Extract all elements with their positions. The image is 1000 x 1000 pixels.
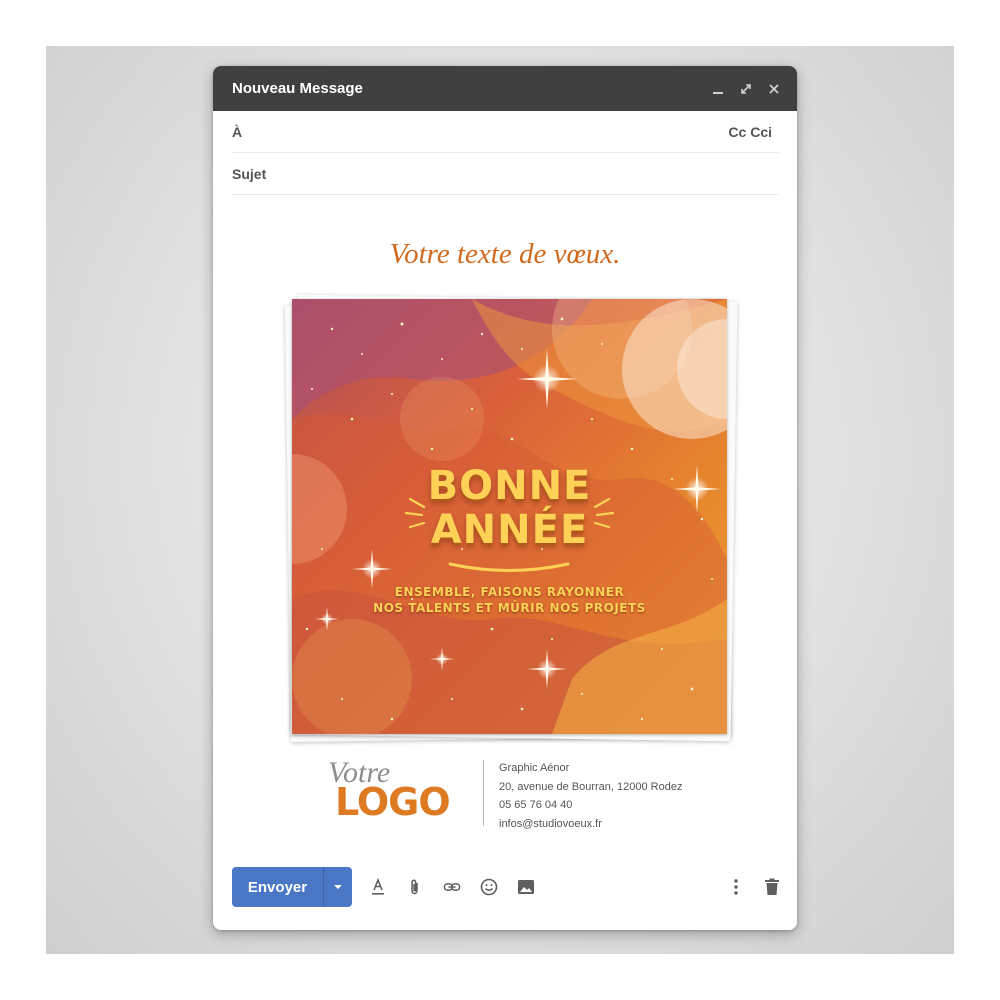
close-icon[interactable]	[767, 82, 781, 96]
emoji-icon[interactable]	[480, 878, 498, 896]
format-text-icon[interactable]	[369, 878, 387, 896]
send-button-group: Envoyer	[232, 867, 352, 907]
compose-title: Nouveau Message	[232, 80, 363, 97]
greeting-card-stack: BONNE ANNÉE ENSEMBLE, FAISONS RAYONNER N…	[284, 294, 738, 744]
signature-company: Graphic Aénor	[499, 762, 570, 774]
window-controls	[711, 82, 781, 96]
subject-field[interactable]: Sujet	[231, 153, 779, 195]
signature-divider	[483, 760, 484, 826]
signature-details: Graphic Aénor 20, avenue de Bourran, 120…	[499, 759, 682, 833]
logo-wordmark: LOGO	[335, 780, 451, 824]
wishes-text[interactable]: Votre texte de vœux.	[213, 238, 797, 271]
compose-toolbar: Envoyer	[232, 867, 781, 907]
compose-titlebar: Nouveau Message	[213, 66, 797, 111]
email-signature: Votre LOGO Graphic Aénor 20, avenue de B…	[323, 756, 743, 836]
cc-bcc-link[interactable]: Cc Cci	[728, 124, 779, 140]
send-options-dropdown[interactable]	[323, 867, 352, 907]
expand-icon[interactable]	[739, 82, 753, 96]
minimize-icon[interactable]	[711, 82, 725, 96]
compose-window: Nouveau Message À Cc Cci Sujet Votre tex…	[213, 66, 797, 930]
card-headline-bonne: BONNE	[427, 463, 592, 509]
attachment-icon[interactable]	[406, 878, 424, 896]
secondary-tools	[727, 878, 781, 896]
subject-label: Sujet	[232, 165, 267, 182]
chevron-down-icon	[334, 885, 342, 889]
more-vert-icon[interactable]	[727, 878, 745, 896]
card-headline-annee: ANNÉE	[430, 507, 589, 553]
image-icon[interactable]	[517, 878, 535, 896]
signature-address: 20, avenue de Bourran, 12000 Rodez	[499, 780, 683, 793]
trash-icon[interactable]	[763, 878, 781, 896]
send-button[interactable]: Envoyer	[232, 867, 323, 907]
to-label: À	[232, 123, 243, 140]
to-field[interactable]: À Cc Cci	[231, 111, 779, 153]
signature-email[interactable]: infos@studiovoeux.fr	[499, 815, 682, 834]
link-icon[interactable]	[443, 878, 461, 896]
card-tagline-line-1: ENSEMBLE, FAISONS RAYONNER	[394, 585, 625, 599]
greeting-card-image: BONNE ANNÉE ENSEMBLE, FAISONS RAYONNER N…	[292, 299, 727, 734]
signature-phone: 05 65 76 04 40	[499, 799, 573, 811]
card-tagline-line-2: NOS TALENTS ET MÛRIR NOS PROJETS	[373, 601, 646, 615]
formatting-tools	[369, 878, 535, 896]
